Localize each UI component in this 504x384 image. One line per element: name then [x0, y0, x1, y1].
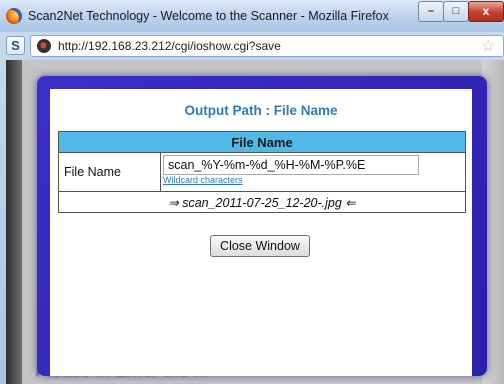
site-identity-icon[interactable]: S — [6, 36, 25, 55]
maximize-button[interactable]: □ — [443, 1, 469, 22]
table-row: File Name Wildcard characters — [58, 152, 466, 192]
page-background-left — [6, 60, 22, 384]
table-header: File Name — [58, 131, 466, 153]
close-window-button[interactable]: x — [468, 1, 504, 22]
firefox-logo-icon — [6, 8, 22, 24]
dialog-body: Output Path : File Name File Name File N… — [50, 89, 472, 376]
minimize-button[interactable]: – — [418, 1, 444, 22]
dialog-title: Output Path : File Name — [184, 103, 338, 118]
close-window-button-dialog[interactable]: Close Window — [210, 235, 310, 257]
file-name-cell: Wildcard characters — [160, 152, 466, 192]
window-title: Scan2Net Technology - Welcome to the Sca… — [28, 9, 389, 23]
browser-window: Scan2Net Technology - Welcome to the Sca… — [0, 0, 504, 384]
file-name-table: File Name File Name Wildcard characters … — [58, 131, 466, 213]
site-favicon-icon — [37, 39, 51, 53]
table-row: ⇒ scan_2011-07-25_12-20-.jpg ⇐ — [58, 191, 466, 213]
url-text: http://192.168.23.212/cgi/ioshow.cgi?sav… — [58, 39, 281, 53]
bookmark-star-icon[interactable]: ☆ — [481, 36, 495, 56]
file-name-input[interactable] — [163, 155, 419, 175]
url-field[interactable]: http://192.168.23.212/cgi/ioshow.cgi?sav… — [30, 35, 504, 57]
file-name-preview: ⇒ scan_2011-07-25_12-20-.jpg ⇐ — [58, 191, 466, 213]
file-name-label: File Name — [58, 152, 161, 192]
page-content: Please ... Enter the ... Output Path : F… — [6, 60, 504, 384]
title-bar[interactable]: Scan2Net Technology - Welcome to the Sca… — [0, 0, 504, 32]
dialog-frame: Output Path : File Name File Name File N… — [37, 76, 487, 376]
wildcard-characters-link[interactable]: Wildcard characters — [163, 175, 243, 185]
address-bar: S http://192.168.23.212/cgi/ioshow.cgi?s… — [6, 33, 504, 59]
